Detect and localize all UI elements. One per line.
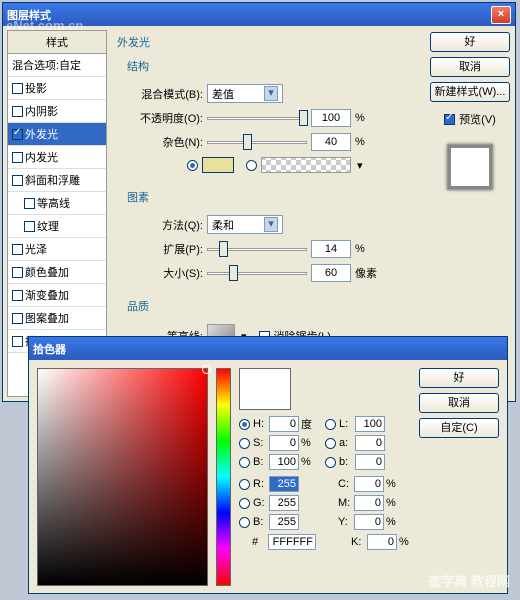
blend-mode-label: 混合模式(B): xyxy=(127,86,203,102)
g-input[interactable]: 255 xyxy=(269,495,299,511)
new-style-button[interactable]: 新建样式(W)... xyxy=(430,82,510,102)
checkbox-icon[interactable] xyxy=(12,336,23,347)
blend-mode-select[interactable]: 差值▾ xyxy=(207,84,283,103)
sidebar-item-drop-shadow[interactable]: 投影 xyxy=(8,77,106,100)
checkbox-icon[interactable] xyxy=(12,106,23,117)
color-gradient-radio[interactable] xyxy=(246,160,257,171)
ok-button[interactable]: 好 xyxy=(430,32,510,52)
size-slider[interactable] xyxy=(207,265,307,281)
size-input[interactable]: 60 xyxy=(311,264,351,282)
sidebar-header: 样式 xyxy=(8,31,106,54)
b-radio[interactable] xyxy=(325,457,336,468)
checkbox-icon[interactable] xyxy=(12,313,23,324)
h-input[interactable]: 0 xyxy=(269,416,299,432)
h-radio[interactable] xyxy=(239,419,250,430)
sidebar-item-satin[interactable]: 光泽 xyxy=(8,238,106,261)
color-picker-titlebar[interactable]: 拾色器 xyxy=(29,337,507,360)
b-input[interactable]: 0 xyxy=(355,454,385,470)
sidebar-item-outer-glow[interactable]: 外发光 xyxy=(8,123,106,146)
sidebar-item-pattern-overlay[interactable]: 图案叠加 xyxy=(8,307,106,330)
group-structure: 结构 xyxy=(115,56,421,76)
picker-ok-button[interactable]: 好 xyxy=(419,368,499,388)
checkbox-icon[interactable] xyxy=(24,221,35,232)
group-elements: 图素 xyxy=(115,187,421,207)
layer-style-titlebar[interactable]: 图层样式 × xyxy=(3,3,515,26)
color-solid-radio[interactable] xyxy=(187,160,198,171)
glow-gradient-swatch[interactable] xyxy=(261,157,351,173)
m-input[interactable]: 0 xyxy=(354,495,384,511)
sidebar-item-inner-shadow[interactable]: 内阴影 xyxy=(8,100,106,123)
opacity-input[interactable]: 100 xyxy=(311,109,351,127)
glow-color-swatch[interactable] xyxy=(202,157,234,173)
sidebar-item-color-overlay[interactable]: 颜色叠加 xyxy=(8,261,106,284)
l-input[interactable]: 100 xyxy=(355,416,385,432)
size-label: 大小(S): xyxy=(127,265,203,281)
c-input[interactable]: 0 xyxy=(354,476,384,492)
bb-radio[interactable] xyxy=(239,517,250,528)
spread-input[interactable]: 14 xyxy=(311,240,351,258)
bv-input[interactable]: 100 xyxy=(269,454,299,470)
y-input[interactable]: 0 xyxy=(354,514,384,530)
checkbox-icon[interactable] xyxy=(12,129,23,140)
bb-input[interactable]: 255 xyxy=(269,514,299,530)
preview-swatch xyxy=(447,144,493,190)
opacity-slider[interactable] xyxy=(207,110,307,126)
hue-slider[interactable] xyxy=(216,368,231,586)
picker-cancel-button[interactable]: 取消 xyxy=(419,393,499,413)
color-picker-title: 拾色器 xyxy=(33,341,66,357)
checkbox-icon[interactable] xyxy=(24,198,35,209)
color-field[interactable] xyxy=(37,368,208,586)
picker-custom-button[interactable]: 自定(C) xyxy=(419,418,499,438)
close-icon[interactable]: × xyxy=(491,6,511,24)
checkbox-icon[interactable] xyxy=(12,244,23,255)
s-radio[interactable] xyxy=(239,438,250,449)
g-radio[interactable] xyxy=(239,498,250,509)
checkbox-icon[interactable] xyxy=(12,267,23,278)
checkbox-icon[interactable] xyxy=(12,83,23,94)
checkbox-icon[interactable] xyxy=(12,175,23,186)
noise-label: 杂色(N): xyxy=(127,134,203,150)
r-radio[interactable] xyxy=(239,479,250,490)
cancel-button[interactable]: 取消 xyxy=(430,57,510,77)
sidebar-item-gradient-overlay[interactable]: 渐变叠加 xyxy=(8,284,106,307)
checkbox-icon[interactable] xyxy=(12,152,23,163)
k-input[interactable]: 0 xyxy=(367,534,397,550)
sidebar-blend-options[interactable]: 混合选项:自定 xyxy=(8,54,106,77)
noise-input[interactable]: 40 xyxy=(311,133,351,151)
a-input[interactable]: 0 xyxy=(355,435,385,451)
a-radio[interactable] xyxy=(325,438,336,449)
checkbox-icon[interactable] xyxy=(12,290,23,301)
color-picker-window: 拾色器 H:0度L:100 S:0%a:0 B:100%b:0 R:255C:0… xyxy=(28,336,508,594)
color-preview-swatch[interactable] xyxy=(239,368,291,410)
spread-slider[interactable] xyxy=(207,241,307,257)
sidebar-item-bevel[interactable]: 斜面和浮雕 xyxy=(8,169,106,192)
technique-select[interactable]: 柔和▾ xyxy=(207,215,283,234)
sidebar-item-texture[interactable]: 纹理 xyxy=(8,215,106,238)
bv-radio[interactable] xyxy=(239,457,250,468)
preview-label: 预览(V) xyxy=(459,111,496,127)
s-input[interactable]: 0 xyxy=(269,435,299,451)
r-input[interactable]: 255 xyxy=(269,476,299,492)
layer-style-title: 图层样式 xyxy=(7,7,51,23)
group-quality: 品质 xyxy=(115,296,421,316)
chevron-down-icon: ▾ xyxy=(264,217,278,232)
sidebar-item-inner-glow[interactable]: 内发光 xyxy=(8,146,106,169)
sidebar-item-contour[interactable]: 等高线 xyxy=(8,192,106,215)
technique-label: 方法(Q): xyxy=(127,217,203,233)
hex-input[interactable]: FFFFFF xyxy=(268,534,316,550)
chevron-down-icon[interactable]: ▾ xyxy=(357,159,363,172)
preview-checkbox[interactable] xyxy=(444,114,455,125)
chevron-down-icon: ▾ xyxy=(264,86,278,101)
spread-label: 扩展(P): xyxy=(127,241,203,257)
opacity-label: 不透明度(O): xyxy=(127,110,203,126)
color-cursor-icon xyxy=(202,365,211,374)
panel-title: 外发光 xyxy=(115,32,421,52)
noise-slider[interactable] xyxy=(207,134,307,150)
l-radio[interactable] xyxy=(325,419,336,430)
